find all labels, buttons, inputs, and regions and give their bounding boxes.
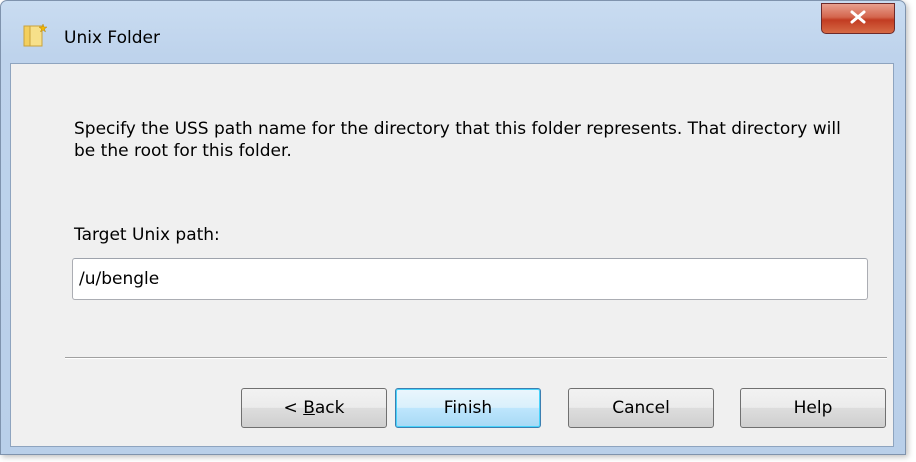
target-path-label: Target Unix path:: [74, 225, 220, 245]
close-icon: [849, 10, 867, 27]
cancel-button[interactable]: Cancel: [568, 388, 714, 428]
folder-icon: [23, 23, 49, 47]
finish-button[interactable]: Finish: [395, 388, 541, 428]
close-button[interactable]: [821, 3, 895, 34]
description-text: Specify the USS path name for the direct…: [74, 119, 841, 161]
help-button[interactable]: Help: [740, 388, 886, 428]
back-button[interactable]: < Back: [241, 388, 387, 428]
dialog-window: Unix Folder Specify the USS path name fo…: [0, 0, 906, 455]
target-path-input[interactable]: [72, 258, 868, 300]
window-title: Unix Folder: [64, 28, 160, 48]
dialog-content: Specify the USS path name for the direct…: [10, 63, 894, 447]
back-button-label: < Back: [283, 398, 345, 418]
title-bar[interactable]: Unix Folder: [1, 1, 905, 63]
separator: [65, 357, 887, 359]
